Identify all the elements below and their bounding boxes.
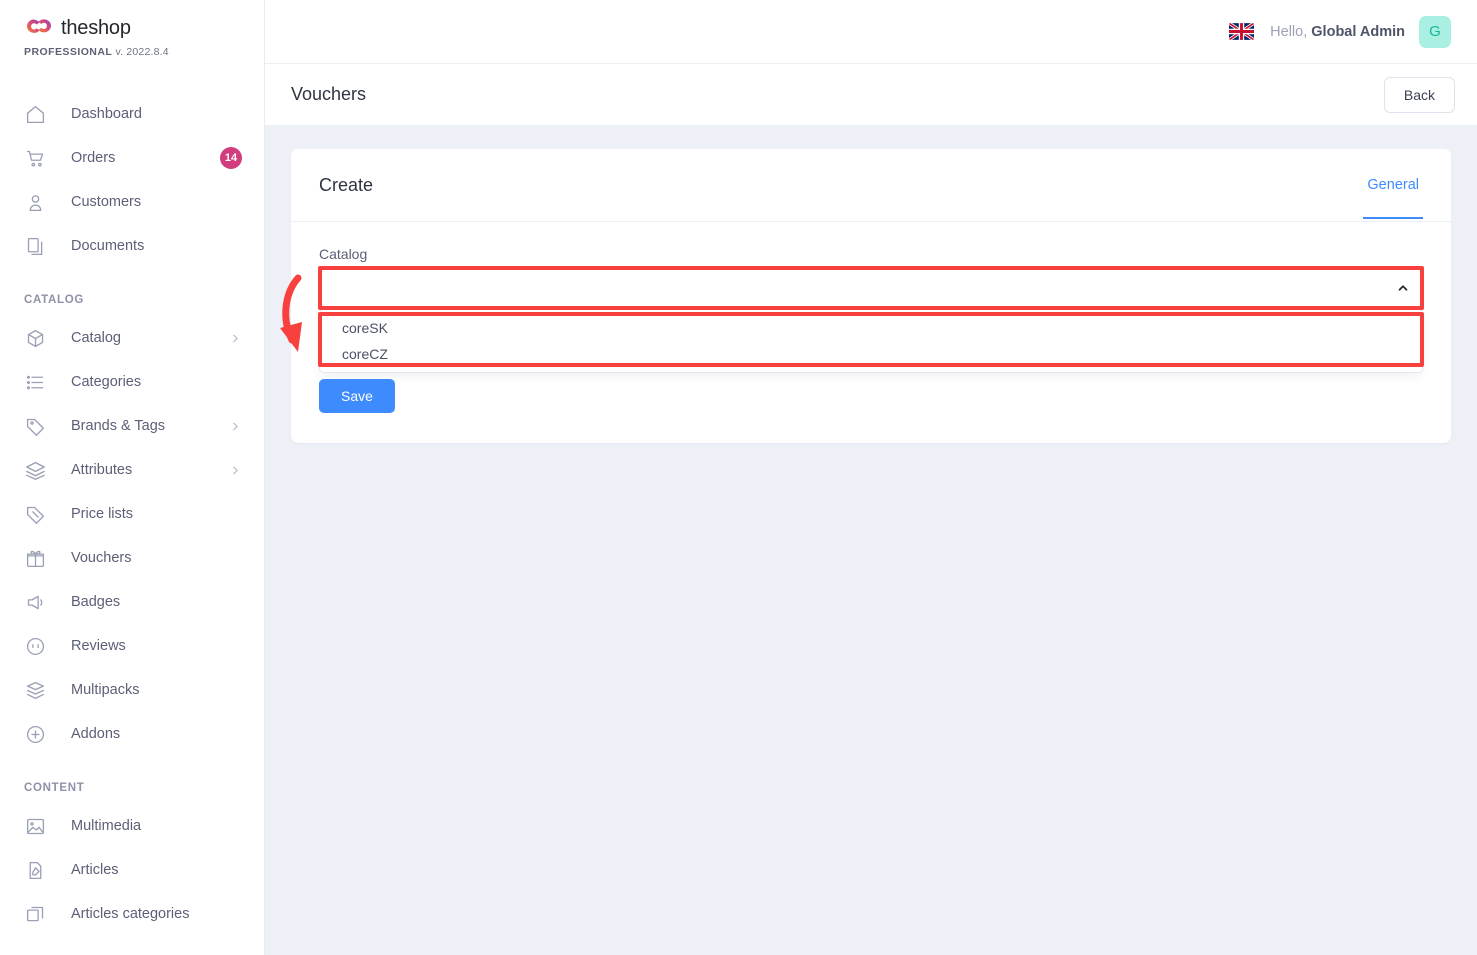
- documents-icon: [24, 235, 46, 257]
- brand-version: v. 2022.8.4: [115, 46, 169, 58]
- sidebar-item-label: Badges: [71, 594, 121, 610]
- catalog-field-label: Catalog: [319, 246, 368, 262]
- sidebar-item-label: Multimedia: [71, 818, 142, 834]
- sidebar-item-orders[interactable]: Orders 14: [0, 136, 264, 180]
- gift-icon: [24, 547, 46, 569]
- greeting-prefix: Hello,: [1270, 23, 1308, 40]
- sidebar-item-multimedia[interactable]: Multimedia: [0, 804, 264, 848]
- save-button[interactable]: Save: [319, 379, 395, 413]
- sidebar-item-label: Articles: [71, 862, 119, 878]
- chevron-up-icon[interactable]: [1396, 281, 1410, 295]
- sidebar-item-label: Dashboard: [71, 106, 142, 122]
- sidebar-item-documents[interactable]: Documents: [0, 224, 264, 268]
- chevron-right-icon: [229, 464, 242, 477]
- tag-icon: [24, 415, 46, 437]
- catalog-dropdown[interactable]: coreSK coreCZ: [319, 309, 1423, 373]
- sidebar-section-catalog: CATALOG: [24, 294, 85, 306]
- theshop-logo-icon: [24, 16, 54, 41]
- sidebar-item-badge: 14: [220, 147, 242, 169]
- content-area: Create General Catalog coreSK coreCZ Save: [265, 125, 1477, 955]
- main-area: Hello, Global Admin G Vouchers Back Crea…: [265, 0, 1477, 955]
- card-body: Catalog coreSK coreCZ Save: [291, 222, 1451, 443]
- cart-icon: [24, 147, 46, 169]
- uk-flag-icon[interactable]: [1229, 23, 1255, 40]
- brand-name: theshop: [61, 17, 131, 39]
- brand-edition-version: PROFESSIONAL v. 2022.8.4: [24, 46, 264, 58]
- sidebar-item-label: Orders: [71, 150, 116, 166]
- create-card: Create General Catalog coreSK coreCZ Save: [291, 149, 1451, 443]
- sidebar-item-catalog[interactable]: Catalog: [0, 316, 264, 360]
- user-name: Global Admin: [1311, 23, 1405, 40]
- page-title: Vouchers: [291, 84, 367, 104]
- card-title: Create: [319, 175, 374, 195]
- brand-row[interactable]: theshop: [24, 16, 264, 41]
- edit-doc-icon: [24, 859, 46, 881]
- sidebar-item-articles-categories[interactable]: Articles categories: [0, 892, 264, 936]
- sidebar-item-label: Attributes: [71, 462, 133, 478]
- sidebar-item-brands-tags[interactable]: Brands & Tags: [0, 404, 264, 448]
- sidebar-item-addons[interactable]: Addons: [0, 712, 264, 756]
- image-icon: [24, 815, 46, 837]
- sidebar-item-attributes[interactable]: Attributes: [0, 448, 264, 492]
- back-button[interactable]: Back: [1383, 76, 1455, 113]
- app-root: theshop PROFESSIONAL v. 2022.8.4 Dashboa…: [0, 0, 1477, 955]
- sidebar-item-label: Vouchers: [71, 550, 132, 566]
- dropdown-option-coreSK[interactable]: coreSK: [320, 315, 1422, 341]
- sidebar-item-label: Reviews: [71, 638, 126, 654]
- home-icon: [24, 103, 46, 125]
- chevron-right-icon: [229, 332, 242, 345]
- pricetag-icon: [24, 503, 46, 525]
- sidebar: theshop PROFESSIONAL v. 2022.8.4 Dashboa…: [0, 0, 265, 955]
- tab-general[interactable]: General: [1363, 175, 1423, 219]
- catalog-select[interactable]: [319, 269, 1423, 307]
- sidebar-item-articles[interactable]: Articles: [0, 848, 264, 892]
- sidebar-item-label: Customers: [71, 194, 142, 210]
- sidebar-item-price-lists[interactable]: Price lists: [0, 492, 264, 536]
- sidebar-item-reviews[interactable]: Reviews: [0, 624, 264, 668]
- dropdown-option-coreCZ[interactable]: coreCZ: [320, 341, 1422, 367]
- layers-icon: [24, 459, 46, 481]
- sidebar-item-customers[interactable]: Customers: [0, 180, 264, 224]
- sidebar-nav: Dashboard Orders 14 Customers Documents CATAL…: [0, 92, 264, 936]
- sidebar-item-badges[interactable]: Badges: [0, 580, 264, 624]
- topbar: Hello, Global Admin G: [265, 0, 1477, 63]
- brand-block: theshop PROFESSIONAL v. 2022.8.4: [0, 0, 264, 58]
- plus-circle-icon: [24, 723, 46, 745]
- brand-edition: PROFESSIONAL: [24, 46, 113, 58]
- sidebar-item-label: Categories: [71, 374, 142, 390]
- chevron-right-icon: [229, 420, 242, 433]
- sidebar-item-multipacks[interactable]: Multipacks: [0, 668, 264, 712]
- sidebar-item-dashboard[interactable]: Dashboard: [0, 92, 264, 136]
- list-icon: [24, 371, 46, 393]
- cube-icon: [24, 327, 46, 349]
- sidebar-item-label: Brands & Tags: [71, 418, 166, 434]
- sidebar-item-label: Addons: [71, 726, 121, 742]
- megaphone-icon: [24, 591, 46, 613]
- avatar[interactable]: G: [1419, 15, 1451, 48]
- sidebar-item-label: Articles categories: [71, 906, 190, 922]
- multipack-icon: [24, 679, 46, 701]
- comment-icon: [24, 635, 46, 657]
- page-header: Vouchers Back: [265, 63, 1477, 125]
- sidebar-section-content: CONTENT: [24, 782, 85, 794]
- sidebar-item-label: Documents: [71, 238, 145, 254]
- sidebar-item-label: Multipacks: [71, 682, 140, 698]
- card-header: Create General: [291, 149, 1451, 222]
- sidebar-item-label: Catalog: [71, 330, 121, 346]
- user-icon: [24, 191, 46, 213]
- sidebar-item-vouchers[interactable]: Vouchers: [0, 536, 264, 580]
- copy-icon: [24, 903, 46, 925]
- sidebar-item-categories[interactable]: Categories: [0, 360, 264, 404]
- greeting: Hello, Global Admin: [1270, 24, 1405, 40]
- sidebar-item-label: Price lists: [71, 506, 134, 522]
- card-tabs: General: [1363, 175, 1423, 221]
